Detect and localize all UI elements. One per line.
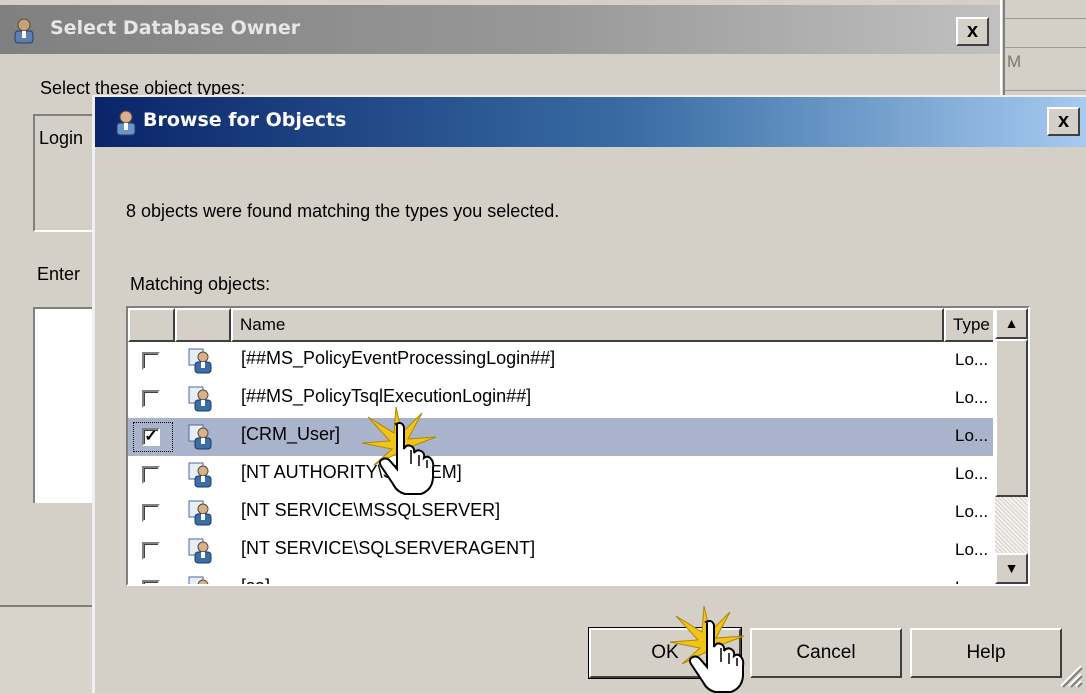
list-content: Name Type [##MS_PolicyEventProcessingLog… [128, 308, 993, 584]
arrow-up-icon: ▲ [1004, 315, 1019, 331]
user-login-icon [188, 500, 214, 526]
row-checkbox[interactable] [142, 504, 160, 522]
row-name: [##MS_PolicyTsqlExecutionLogin##] [241, 386, 532, 406]
hand-pointer-icon [688, 620, 745, 693]
row-type: Lo... [955, 350, 989, 369]
enter-names-label: Enter [37, 264, 81, 284]
user-icon [116, 110, 136, 136]
row-type: Lo... [955, 426, 989, 445]
table-row[interactable]: [NT SERVICE\MSSQLSERVER] Lo... [128, 494, 993, 532]
object-types-value: Login [39, 128, 84, 148]
scroll-thumb[interactable] [995, 339, 1028, 497]
row-checkbox[interactable] [142, 542, 160, 560]
close-icon: x [1057, 110, 1070, 132]
row-type: Lo... [955, 388, 989, 407]
divider [1005, 47, 1086, 48]
table-row[interactable]: [##MS_PolicyTsqlExecutionLogin##] Lo... [128, 380, 993, 418]
close-button[interactable]: x [1047, 107, 1080, 136]
divider [1005, 90, 1086, 91]
arrow-down-icon: ▼ [1004, 560, 1019, 576]
side-text: M [1007, 52, 1022, 71]
cancel-button[interactable]: Cancel [750, 628, 902, 678]
table-row[interactable]: [sa] Lo... [128, 570, 993, 584]
table-row[interactable]: [##MS_PolicyEventProcessingLogin##] Lo... [128, 342, 993, 380]
row-type: Lo... [955, 502, 989, 521]
matching-objects-label: Matching objects: [130, 274, 271, 294]
vertical-scrollbar[interactable]: ▲ ▼ [995, 308, 1028, 584]
dialog-title: Browse for Objects [143, 109, 347, 131]
scroll-down-button[interactable]: ▼ [995, 553, 1028, 584]
row-checkbox[interactable]: ✓ [142, 428, 160, 446]
row-type: Lo... [955, 578, 988, 584]
row-checkbox[interactable] [142, 390, 160, 408]
row-checkbox[interactable] [142, 352, 160, 370]
dialog-title-bar[interactable]: Browse for Objects x [95, 97, 1086, 147]
column-header-icon[interactable] [175, 308, 231, 342]
user-icon [14, 18, 34, 44]
user-login-icon [188, 386, 214, 412]
resize-grip-icon[interactable] [1055, 660, 1083, 688]
bg-title-bar[interactable]: Select Database Owner x [0, 5, 1000, 54]
matching-objects-list[interactable]: Name Type [##MS_PolicyEventProcessingLog… [126, 306, 1030, 586]
column-header-type[interactable]: Type [944, 308, 993, 342]
close-icon: x [966, 20, 979, 42]
bg-close-button[interactable]: x [956, 17, 989, 46]
column-header-name[interactable]: Name [231, 308, 944, 342]
user-login-icon [188, 462, 214, 488]
hand-pointer-icon [378, 422, 435, 495]
help-button[interactable]: Help [910, 628, 1062, 678]
row-type: Lo... [955, 464, 989, 483]
table-row[interactable]: [NT SERVICE\SQLSERVERAGENT] Lo... [128, 532, 993, 570]
column-header-type-label: Type [953, 315, 990, 334]
results-summary: 8 objects were found matching the types … [126, 201, 560, 221]
row-name: [NT SERVICE\MSSQLSERVER] [241, 500, 501, 520]
row-name: [##MS_PolicyEventProcessingLogin##] [241, 348, 556, 368]
user-login-icon [188, 576, 214, 584]
user-login-icon [188, 348, 214, 374]
row-checkbox[interactable] [142, 466, 160, 484]
user-login-icon [188, 424, 214, 450]
row-name: [NT SERVICE\SQLSERVERAGENT] [241, 538, 536, 558]
browse-for-objects-dialog: Browse for Objects x 8 objects were foun… [92, 95, 1086, 693]
user-login-icon [188, 538, 214, 564]
divider [1005, 18, 1086, 19]
row-checkbox[interactable] [142, 580, 160, 584]
row-type: Lo... [955, 540, 989, 559]
table-row[interactable]: [NT AUTHORITY\SYSTEM] Lo... [128, 456, 993, 494]
column-header-name-label: Name [240, 315, 286, 334]
bg-window-title: Select Database Owner [50, 17, 301, 39]
scroll-up-button[interactable]: ▲ [995, 308, 1028, 339]
row-name: [CRM_User] [241, 424, 341, 444]
column-header-check[interactable] [128, 308, 175, 342]
table-row[interactable]: ✓ [CRM_User] Lo... [128, 418, 993, 456]
row-name: [sa] [241, 576, 270, 584]
